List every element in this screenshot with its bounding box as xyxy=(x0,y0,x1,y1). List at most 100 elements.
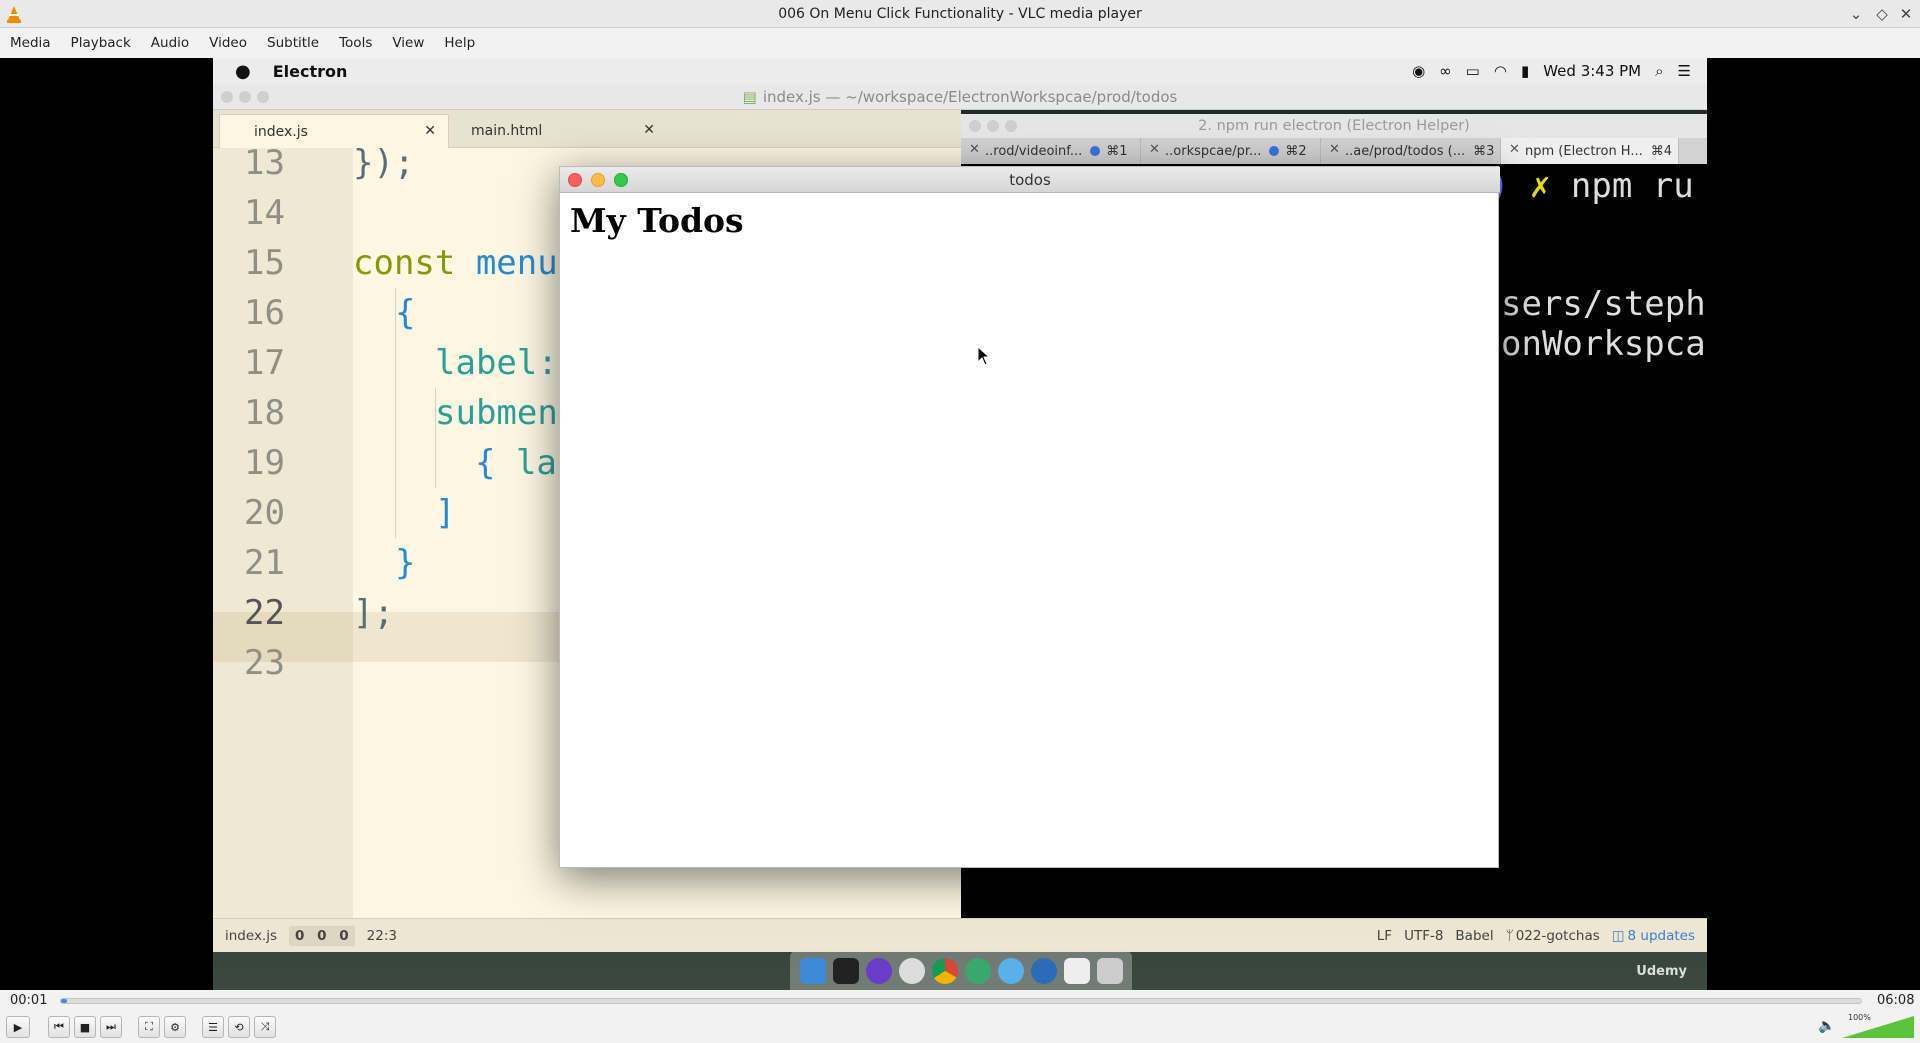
vlc-seek-row: 00:01 06:08 xyxy=(0,990,1920,1012)
status-file[interactable]: index.js xyxy=(225,928,277,944)
status-updates[interactable]: 8 updates xyxy=(1628,928,1695,944)
code-line-20[interactable]: ] xyxy=(435,488,455,538)
safari-icon[interactable] xyxy=(997,958,1024,984)
document-icon[interactable] xyxy=(1063,958,1090,984)
terminal-icon[interactable] xyxy=(832,958,859,984)
browser-icon[interactable] xyxy=(1030,958,1057,984)
next-button[interactable]: ⏭ xyxy=(100,1016,122,1038)
atom-minimize-light[interactable] xyxy=(239,91,251,103)
status-line-ending[interactable]: LF xyxy=(1377,928,1392,944)
code-line-18[interactable]: submen xyxy=(435,388,558,438)
status-cursor-position[interactable]: 22:3 xyxy=(367,928,397,944)
terminal-close-light[interactable] xyxy=(969,120,981,132)
menu-media[interactable]: Media xyxy=(0,35,61,51)
terminal-tab-3[interactable]: ✕ ..ae/prod/todos (... ⌘3 xyxy=(1321,138,1501,164)
close-icon[interactable]: ✕ xyxy=(643,122,655,138)
zoom-light-icon[interactable] xyxy=(614,173,628,187)
notification-list-icon: ☰ xyxy=(1677,62,1691,80)
code-line-19[interactable]: { la xyxy=(475,438,557,488)
mouse-cursor-icon xyxy=(977,346,991,366)
previous-button[interactable]: ⏮ xyxy=(48,1016,70,1038)
playlist-button[interactable]: ☰ xyxy=(202,1016,224,1038)
line-number: 21 xyxy=(244,543,285,583)
todos-window-title: todos xyxy=(1009,170,1051,189)
menu-playback[interactable]: Playback xyxy=(61,35,141,51)
close-icon[interactable]: ✕ xyxy=(1896,4,1916,24)
terminal-command: npm ru xyxy=(1550,166,1694,206)
line-number: 16 xyxy=(244,293,285,333)
atom-close-light[interactable] xyxy=(221,91,233,103)
mac-status-icons: ◉ ∞ ▭ ◠ ▮ Wed 3:43 PM ⌕ ☰ xyxy=(1412,58,1691,84)
status-grammar[interactable]: Babel xyxy=(1455,928,1493,944)
code-line-22[interactable]: ]; xyxy=(353,588,394,638)
close-icon[interactable]: ✕ xyxy=(1509,142,1520,157)
airplay-icon: ▭ xyxy=(1465,62,1480,80)
menu-subtitle[interactable]: Subtitle xyxy=(257,35,329,51)
atom-zoom-light[interactable] xyxy=(257,91,269,103)
line-number-current: 22 xyxy=(244,593,285,633)
close-icon[interactable]: ✕ xyxy=(969,142,980,157)
status-encoding[interactable]: UTF-8 xyxy=(1404,928,1443,944)
shuffle-button[interactable]: ⤨ xyxy=(254,1016,276,1038)
close-light-icon[interactable] xyxy=(568,173,582,187)
code-keyword: const xyxy=(353,243,456,283)
record-icon: ◉ xyxy=(1412,62,1426,80)
updates-icon: ◫ xyxy=(1611,927,1625,944)
extended-settings-button[interactable]: ⚙ xyxy=(164,1016,186,1038)
code-line-16[interactable]: { xyxy=(395,288,415,338)
finder-icon[interactable] xyxy=(799,958,826,984)
battery-icon: ▮ xyxy=(1520,62,1530,80)
close-icon[interactable]: ✕ xyxy=(424,123,436,139)
code-property: la xyxy=(495,443,557,483)
menu-tools[interactable]: Tools xyxy=(329,35,382,51)
loop-button[interactable]: ⟲ xyxy=(228,1016,250,1038)
status-branch[interactable]: 022-gotchas xyxy=(1516,928,1600,944)
mac-app-name: Electron xyxy=(272,61,348,81)
stop-button[interactable]: ■ xyxy=(74,1016,96,1038)
glasses-icon: ∞ xyxy=(1439,62,1452,80)
menu-audio[interactable]: Audio xyxy=(141,35,199,51)
maximize-icon[interactable]: ◇ xyxy=(1872,4,1892,24)
menu-view[interactable]: View xyxy=(382,35,434,51)
close-icon[interactable]: ✕ xyxy=(1149,142,1160,157)
video-area[interactable]: ● Electron ◉ ∞ ▭ ◠ ▮ Wed 3:43 PM ⌕ ☰ ▤ i… xyxy=(0,58,1920,990)
minimize-light-icon[interactable] xyxy=(591,173,605,187)
terminal-minimize-light[interactable] xyxy=(987,120,999,132)
code-line-21[interactable]: } xyxy=(395,538,415,588)
seek-slider[interactable] xyxy=(60,998,1862,1004)
status-count: 0 xyxy=(339,927,349,944)
globe-icon[interactable] xyxy=(964,958,991,984)
speaker-icon[interactable]: 🔈 xyxy=(1818,1018,1835,1034)
tab-main-html[interactable]: main.html ✕ xyxy=(451,114,667,148)
play-button[interactable]: ▶ xyxy=(6,1016,30,1038)
code-identifier: menu xyxy=(455,243,558,283)
terminal-tab-4[interactable]: ✕ npm (Electron H... ⌘4 xyxy=(1501,138,1679,164)
terminal-zoom-light[interactable] xyxy=(1005,120,1017,132)
smiley-icon[interactable] xyxy=(898,958,925,984)
terminal-prompt-line: ) ✗ npm ru xyxy=(1489,166,1694,206)
close-icon[interactable]: ✕ xyxy=(1329,142,1340,157)
line-number: 23 xyxy=(244,643,285,683)
line-number: 17 xyxy=(244,343,285,383)
menu-video[interactable]: Video xyxy=(199,35,257,51)
time-elapsed: 00:01 xyxy=(10,993,48,1008)
vlc-menu-bar: Media Playback Audio Video Subtitle Tool… xyxy=(0,28,1920,58)
trash-icon[interactable] xyxy=(1096,958,1123,984)
atom-tab-bar: index.js ✕ main.html ✕ xyxy=(213,110,961,148)
line-number: 19 xyxy=(244,443,285,483)
code-line-13[interactable]: }); xyxy=(353,138,414,188)
chrome-icon[interactable] xyxy=(931,958,958,984)
minimize-icon[interactable]: ⌄ xyxy=(1846,4,1866,24)
terminal-tab-label: npm (Electron H... xyxy=(1525,143,1643,159)
terminal-title-bar: 2. npm run electron (Electron Helper) xyxy=(961,114,1707,138)
code-line-15[interactable]: const menu xyxy=(353,238,558,288)
terminal-tab-2[interactable]: ✕ ..orkspcae/pr... ⌘2 xyxy=(1141,138,1321,164)
status-counts[interactable]: 0 0 0 xyxy=(289,925,355,946)
fullscreen-button[interactable]: ⛶ xyxy=(138,1016,160,1038)
vlc-window-title: 006 On Menu Click Functionality - VLC me… xyxy=(778,5,1142,22)
menu-help[interactable]: Help xyxy=(434,35,485,51)
quill-icon[interactable] xyxy=(865,958,892,984)
terminal-tab-1[interactable]: ✕ ..rod/videoinf... ⌘1 xyxy=(961,138,1141,164)
code-line-17[interactable]: label: xyxy=(435,338,558,388)
vlc-title-bar: 006 On Menu Click Functionality - VLC me… xyxy=(0,0,1920,28)
